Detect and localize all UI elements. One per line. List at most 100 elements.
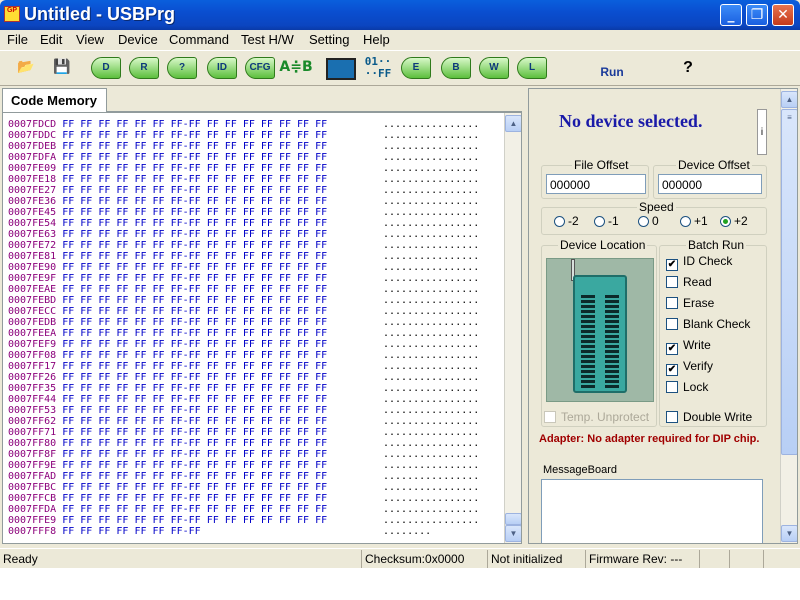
hex-address: 0007FEF9 [8,339,57,350]
batch-read-checkbox[interactable]: Read [666,275,712,289]
hex-row: 0007FFDA FF FF FF FF FF FF FF-FF FF FF F… [8,504,479,515]
hex-bytes: FF FF FF FF FF FF FF-FF FF FF FF FF FF F… [62,306,328,317]
speed-option-plus2[interactable]: +2 [720,214,748,228]
close-button[interactable]: ✕ [772,4,794,26]
hex-row: 0007FFCB FF FF FF FF FF FF FF-FF FF FF F… [8,493,479,504]
menu-command[interactable]: Command [169,32,229,47]
hex-ascii: ........ [383,526,432,537]
double-write-checkbox[interactable]: Double Write [666,410,752,424]
batch-erase-checkbox[interactable]: Erase [666,296,714,310]
hex-address: 0007FF35 [8,383,57,394]
menu-file[interactable]: File [7,32,28,47]
scroll-down-icon[interactable]: ▼ [505,525,521,542]
lock-button[interactable]: L [514,55,550,83]
read-button[interactable]: R [126,55,162,83]
hex-row: 0007FF26 FF FF FF FF FF FF FF-FF FF FF F… [8,372,479,383]
device-info-button[interactable]: i [757,109,767,155]
hex-ascii: ................ [383,482,480,493]
hex-bytes: FF FF FF FF FF FF FF-FF FF FF FF FF FF F… [62,240,328,251]
scroll-down-icon[interactable]: ▼ [781,525,797,542]
menu-setting[interactable]: Setting [309,32,349,47]
device-location-group: Device Location Temp. Unprotect [541,238,657,427]
speed-option-minus2[interactable]: -2 [554,214,579,228]
panel-scrollbar[interactable]: ▲ ≡ ▼ [780,89,797,543]
device-offset-group: Device Offset 000000 [653,158,767,199]
erase-button[interactable]: E [398,55,434,83]
chip-id-icon: ID [207,57,237,79]
scroll-up-icon[interactable]: ▲ [781,91,797,108]
hex-address: 0007FF80 [8,438,57,449]
checkbox-icon [666,276,678,288]
buffer-edit-button[interactable] [323,55,359,83]
socket-pins-right [605,295,619,389]
chip-w-icon: W [479,57,509,79]
hex-scrollbar[interactable]: ▲ ▼ [504,113,521,543]
page-background [0,568,800,600]
checkmark-icon: ✔ [666,364,678,376]
status-pane-empty-2 [729,550,763,568]
floppy-disk-icon: 💾 [53,59,71,75]
compare-button[interactable]: A≑B [278,55,314,83]
hex-address: 0007FEEA [8,328,57,339]
batch-run-group: Batch Run ✔ ID Check Read Erase Blank Check ✔… [659,238,767,427]
maximize-button[interactable]: ❐ [746,4,768,26]
menu-test-hw[interactable]: Test H/W [241,32,294,47]
device-offset-input[interactable]: 000000 [658,174,762,194]
checkmark-icon: ✔ [666,343,678,355]
config-button[interactable]: CFG [242,55,278,83]
speed-option-minus1[interactable]: -1 [594,214,619,228]
hex-bytes: FF FF FF FF FF FF FF-FF FF FF FF FF FF F… [62,185,328,196]
blank-check-button[interactable]: B [438,55,474,83]
scroll-up-icon[interactable]: ▲ [505,115,521,132]
hex-bytes: FF FF FF FF FF FF FF-FF FF FF FF FF FF F… [62,350,328,361]
hex-row: 0007FE27 FF FF FF FF FF FF FF-FF FF FF F… [8,185,479,196]
speed-option-plus1[interactable]: +1 [680,214,708,228]
batch-item-label: Read [683,275,712,289]
menu-help[interactable]: Help [363,32,390,47]
scroll-thumb[interactable] [505,513,521,525]
hex-address: 0007FFCB [8,493,57,504]
detect-device-button[interactable]: D [88,55,124,83]
run-button[interactable]: Run [594,55,630,83]
batch-lock-checkbox[interactable]: Lock [666,380,708,394]
tab-code-memory[interactable]: Code Memory [2,88,107,112]
hex-bytes: FF FF FF FF FF FF FF-FF FF FF FF FF FF F… [62,416,328,427]
hex-view[interactable]: 0007FDCD FF FF FF FF FF FF FF-FF FF FF F… [2,112,522,544]
hex-address: 0007FF44 [8,394,57,405]
hex-bytes: FF FF FF FF FF FF FF-FF FF FF FF FF FF F… [62,317,328,328]
hex-ascii: ................ [383,218,480,229]
hex-row: 0007FE36 FF FF FF FF FF FF FF-FF FF FF F… [8,196,479,207]
batch-blank-check-checkbox[interactable]: Blank Check [666,317,750,331]
temp-unprotect-checkbox[interactable]: Temp. Unprotect [544,410,649,424]
hex-bytes: FF FF FF FF FF FF FF-FF FF FF FF FF FF F… [62,229,328,240]
menu-edit[interactable]: Edit [40,32,62,47]
socket-body [573,275,627,393]
fill-buffer-button[interactable]: 01·· ··FF [360,55,396,83]
open-file-button[interactable]: 📂 [8,55,44,83]
menu-view[interactable]: View [76,32,104,47]
write-button[interactable]: W [476,55,512,83]
menu-device[interactable]: Device [118,32,158,47]
message-board[interactable] [541,479,763,543]
help-button[interactable]: ? [670,55,706,83]
verify-button[interactable]: ? [164,55,200,83]
batch-write-checkbox[interactable]: ✔ Write [666,338,711,355]
id-check-button[interactable]: ID [204,55,240,83]
hex-row: 0007FFF8 FF FF FF FF FF FF FF-FF........ [8,526,431,537]
batch-verify-checkbox[interactable]: ✔ Verify [666,359,713,376]
hex-bytes: FF FF FF FF FF FF FF-FF [62,526,201,537]
save-file-button[interactable]: 💾 [44,55,80,83]
file-offset-input[interactable]: 000000 [546,174,646,194]
hex-row: 0007FE63 FF FF FF FF FF FF FF-FF FF FF F… [8,229,479,240]
hex-bytes: FF FF FF FF FF FF FF-FF FF FF FF FF FF F… [62,196,328,207]
minimize-button[interactable]: _ [720,4,742,26]
hex-bytes: FF FF FF FF FF FF FF-FF FF FF FF FF FF F… [62,284,328,295]
hex-address: 0007FECC [8,306,57,317]
hex-address: 0007FF71 [8,427,57,438]
hex-bytes: FF FF FF FF FF FF FF-FF FF FF FF FF FF F… [62,493,328,504]
batch-id-check-checkbox[interactable]: ✔ ID Check [666,254,732,271]
hex-address: 0007FE45 [8,207,57,218]
speed-option-0[interactable]: 0 [638,214,659,228]
scroll-thumb[interactable]: ≡ [781,109,797,455]
hex-bytes: FF FF FF FF FF FF FF-FF FF FF FF FF FF F… [62,504,328,515]
